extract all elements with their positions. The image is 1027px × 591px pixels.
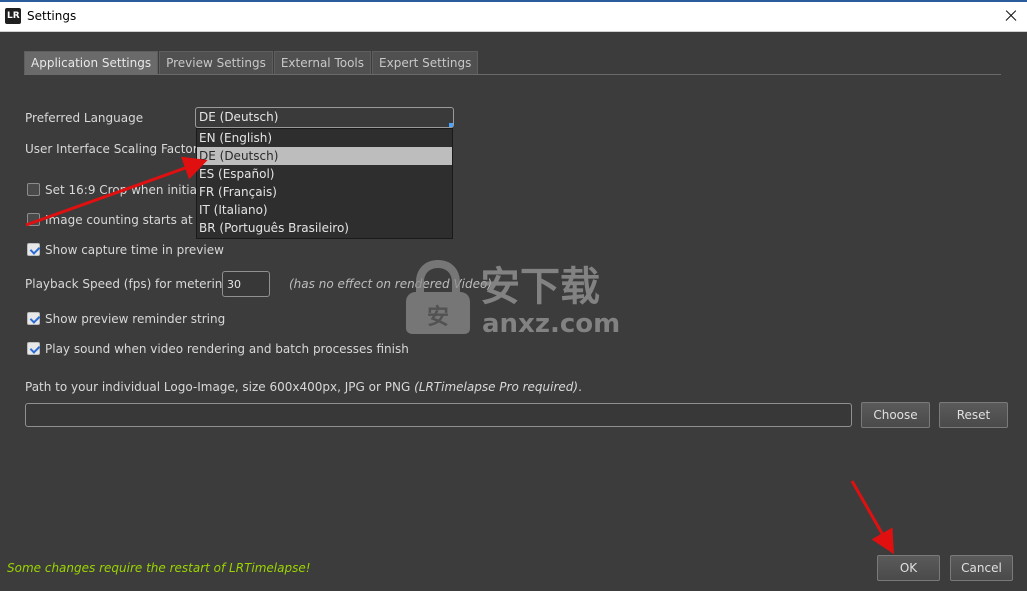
preferred-language-value: DE (Deutsch) (199, 110, 279, 124)
play-sound-checkbox[interactable] (27, 342, 40, 355)
restart-note: Some changes require the restart of LRTi… (7, 561, 311, 575)
watermark-sub-text: anxz.com (482, 309, 620, 336)
tab-application-settings[interactable]: Application Settings (24, 51, 159, 75)
watermark-logo-text: 安下载 (480, 264, 600, 310)
play-sound-label: Play sound when video rendering and batc… (45, 342, 409, 356)
tab-divider (24, 74, 1001, 75)
language-option-fr[interactable]: FR (Français) (197, 183, 452, 201)
app-icon-letters: LR (7, 11, 20, 21)
combo-arrow-icon (449, 123, 453, 127)
playback-speed-label: Playback Speed (fps) for metering (25, 277, 231, 291)
crop-16-9-label: Set 16:9 Crop when initializi (45, 183, 214, 197)
app-icon: LR (5, 8, 21, 24)
show-capture-time-label: Show capture time in preview (45, 243, 224, 257)
language-option-es[interactable]: ES (Español) (197, 165, 452, 183)
tab-expert-settings[interactable]: Expert Settings (372, 51, 479, 74)
reset-button[interactable]: Reset (939, 402, 1008, 428)
language-option-de[interactable]: DE (Deutsch) (197, 147, 452, 165)
language-option-en[interactable]: EN (English) (197, 129, 452, 147)
preferred-language-select[interactable]: DE (Deutsch) (195, 107, 454, 128)
logo-path-pro-note: (LRTimelapse Pro required) (414, 380, 579, 394)
logo-path-label-end: . (578, 380, 582, 394)
show-reminder-label: Show preview reminder string (45, 312, 226, 326)
show-capture-time-checkbox[interactable] (27, 243, 40, 256)
show-reminder-checkbox[interactable] (27, 312, 40, 325)
language-option-it[interactable]: IT (Italiano) (197, 201, 452, 219)
cancel-button[interactable]: Cancel (950, 555, 1013, 581)
watermark-logo: 安 安下载 anxz.com (406, 260, 620, 336)
scaling-factor-label: User Interface Scaling Factor (25, 142, 198, 156)
image-counting-checkbox[interactable] (27, 213, 40, 226)
close-icon[interactable] (999, 4, 1023, 28)
window-title: Settings (27, 9, 77, 23)
preferred-language-label: Preferred Language (25, 111, 144, 125)
watermark-bag-icon (406, 260, 470, 334)
watermark-bag-mark: 安 (427, 304, 449, 330)
logo-path-input[interactable] (25, 403, 852, 427)
logo-path-label-text: Path to your individual Logo-Image, size… (25, 380, 415, 394)
choose-button[interactable]: Choose (861, 402, 930, 428)
annotation-arrows (25, 156, 894, 555)
annotation-arrow-ok (850, 480, 894, 555)
ok-button[interactable]: OK (877, 555, 940, 581)
title-bar: LR Settings (0, 0, 1027, 32)
title-accent-line (0, 0, 1027, 2)
tab-preview-settings[interactable]: Preview Settings (159, 51, 273, 74)
language-dropdown-list: EN (English) DE (Deutsch) ES (Español) F… (196, 128, 453, 239)
tab-external-tools[interactable]: External Tools (273, 51, 372, 74)
image-counting-label: Image counting starts at 1 ( (45, 213, 213, 227)
logo-path-label: Path to your individual Logo-Image, size… (25, 380, 582, 394)
language-option-br[interactable]: BR (Português Brasileiro) (197, 219, 452, 237)
settings-tabs: Application Settings Preview Settings Ex… (24, 51, 479, 75)
playback-speed-note: (has no effect on rendered Video) (289, 277, 493, 291)
crop-16-9-checkbox[interactable] (27, 183, 40, 196)
playback-speed-input[interactable] (222, 271, 270, 297)
